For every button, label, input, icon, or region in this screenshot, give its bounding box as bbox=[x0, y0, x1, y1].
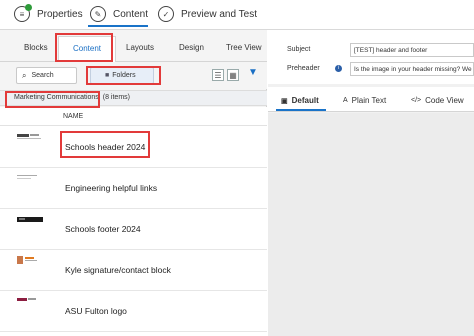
active-step-indicator bbox=[88, 25, 148, 27]
item-name: Engineering helpful links bbox=[65, 183, 158, 193]
step-preview-and-test[interactable]: ✓ Preview and Test bbox=[158, 4, 257, 24]
folder-icon: ■ bbox=[105, 72, 110, 79]
properties-icon: ≡ bbox=[14, 4, 32, 22]
content-toolbar: ⌕ Search ■ Folders ☰ ▦ ▼ bbox=[0, 62, 267, 89]
email-properties-panel: Subject [TEST] header and footer Prehead… bbox=[268, 30, 474, 336]
list-item[interactable]: Kyle signature/contact block bbox=[0, 250, 267, 291]
text-icon: A bbox=[343, 97, 348, 104]
item-name: Schools footer 2024 bbox=[65, 224, 141, 234]
tab-plain-text[interactable]: A Plain Text bbox=[343, 96, 386, 105]
folder-breadcrumb: Marketing Communications (8 items) bbox=[0, 90, 267, 106]
grid-view-icon[interactable]: ▦ bbox=[227, 69, 239, 81]
active-tab-indicator bbox=[276, 109, 326, 111]
step-label: Content bbox=[113, 8, 149, 20]
subject-label: Subject bbox=[287, 46, 311, 53]
thumbnail-image bbox=[17, 175, 37, 179]
folder-name[interactable]: Marketing Communications bbox=[14, 94, 99, 101]
tab-layouts[interactable]: Layouts bbox=[126, 43, 154, 52]
content-list: NAME Schools header 2024 Engineering hel… bbox=[0, 107, 267, 336]
thumbnail-image bbox=[17, 217, 43, 222]
preheader-field[interactable]: Is the image in your header missing? We bbox=[350, 62, 474, 76]
tab-default[interactable]: ▣ Default bbox=[281, 96, 319, 105]
item-name: ASU Fulton logo bbox=[65, 306, 127, 316]
step-label: Preview and Test bbox=[181, 8, 257, 20]
list-item[interactable]: Schools header 2024 bbox=[0, 127, 267, 168]
list-view-icon[interactable]: ☰ bbox=[212, 69, 224, 81]
edit-icon: ✎ bbox=[90, 6, 106, 22]
thumbnail-image bbox=[17, 298, 36, 301]
thumbnail-image bbox=[17, 256, 37, 264]
step-label: Properties bbox=[37, 8, 83, 20]
column-header-name[interactable]: NAME bbox=[0, 107, 267, 126]
check-icon: ✓ bbox=[158, 6, 174, 22]
list-item[interactable]: Engineering helpful links bbox=[0, 168, 267, 209]
step-bar: ≡ Properties ✎ Content ✓ Preview and Tes… bbox=[0, 0, 474, 30]
tab-design[interactable]: Design bbox=[179, 43, 204, 52]
search-icon: ⌕ bbox=[22, 70, 27, 80]
search-label: Search bbox=[31, 72, 54, 79]
content-tabs: Blocks Content Layouts Design Tree View bbox=[0, 30, 267, 62]
preheader-label: Preheader bbox=[287, 65, 320, 72]
info-icon[interactable]: i bbox=[335, 65, 342, 72]
list-item[interactable]: ASU Fulton logo bbox=[0, 291, 267, 332]
tab-label: Plain Text bbox=[351, 96, 387, 105]
item-count: (8 items) bbox=[102, 94, 130, 101]
view-tabs: ▣ Default A Plain Text </> Code View bbox=[268, 87, 474, 112]
content-panel: Blocks Content Layouts Design Tree View … bbox=[0, 30, 267, 336]
email-header-form: Subject [TEST] header and footer Prehead… bbox=[268, 30, 474, 84]
tab-label: Code View bbox=[425, 96, 464, 105]
step-properties[interactable]: ≡ Properties bbox=[14, 4, 83, 24]
code-icon: </> bbox=[411, 97, 422, 104]
tab-label: Default bbox=[291, 96, 319, 105]
layout-icon: ▣ bbox=[281, 97, 288, 105]
email-editor: ≡ Properties ✎ Content ✓ Preview and Tes… bbox=[0, 0, 474, 336]
tab-content[interactable]: Content bbox=[58, 36, 117, 62]
thumbnail-image bbox=[17, 134, 41, 139]
subject-field[interactable]: [TEST] header and footer bbox=[350, 43, 474, 57]
tab-code-view[interactable]: </> Code View bbox=[411, 96, 464, 105]
step-content[interactable]: ✎ Content bbox=[90, 4, 148, 24]
item-name: Schools header 2024 bbox=[65, 142, 146, 152]
search-button[interactable]: ⌕ Search bbox=[16, 67, 77, 84]
list-item[interactable]: Schools footer 2024 bbox=[0, 209, 267, 250]
folders-button[interactable]: ■ Folders bbox=[90, 67, 154, 84]
tab-tree-view[interactable]: Tree View bbox=[226, 43, 262, 52]
filter-icon[interactable]: ▼ bbox=[248, 67, 258, 78]
tab-blocks[interactable]: Blocks bbox=[24, 43, 48, 52]
email-canvas[interactable] bbox=[268, 113, 474, 336]
complete-badge bbox=[25, 4, 32, 11]
folders-label: Folders bbox=[112, 72, 136, 79]
item-name: Kyle signature/contact block bbox=[65, 265, 171, 275]
